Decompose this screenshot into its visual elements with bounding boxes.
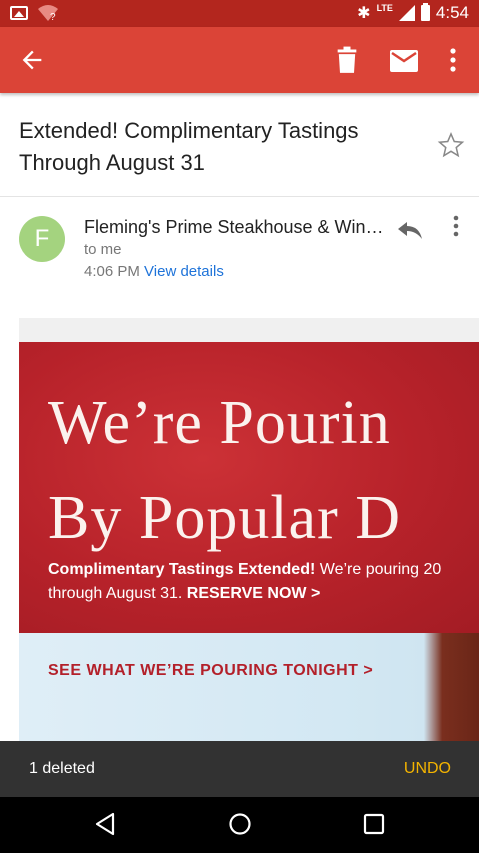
star-icon[interactable] <box>437 131 465 159</box>
banner-headline-line1: We’re Pourin <box>48 389 391 457</box>
view-details-link[interactable]: View details <box>144 263 224 280</box>
undo-button[interactable]: UNDO <box>404 760 451 778</box>
more-vert-icon[interactable] <box>447 46 459 74</box>
signal-icon <box>398 5 415 21</box>
banner-sub-text: We’re pouring 20 <box>315 561 442 578</box>
mail-icon[interactable] <box>390 50 418 72</box>
nav-back-icon[interactable] <box>94 812 116 836</box>
snackbar-message: 1 deleted <box>29 760 95 777</box>
status-time: 4:54 <box>435 3 469 22</box>
nav-home-icon[interactable] <box>228 812 252 836</box>
recipient-label: to me <box>84 241 122 258</box>
app-bar <box>0 27 479 93</box>
subject-header: Extended! Complimentary Tastings Through… <box>0 93 479 197</box>
message-more-icon[interactable] <box>450 214 462 238</box>
wifi-question-icon: ? <box>38 5 58 22</box>
reserve-now-link[interactable]: RESERVE NOW > <box>187 585 321 602</box>
battery-icon <box>420 3 430 21</box>
network-type: LTE <box>376 3 393 13</box>
svg-text:?: ? <box>50 12 56 22</box>
banner-sub-bold: Complimentary Tastings Extended! <box>48 561 316 578</box>
tonight-banner[interactable]: SEE WHAT WE’RE POURING TONIGHT > <box>19 633 479 741</box>
back-arrow-icon[interactable] <box>18 46 46 74</box>
sender-name: Fleming's Prime Steakhouse & Win… <box>84 217 384 237</box>
promo-banner[interactable]: We’re Pourin By Popular D Complimentary … <box>19 342 479 633</box>
banner-headline-line2: By Popular D <box>48 484 401 552</box>
banner-subtext: Complimentary Tastings Extended! We’re p… <box>48 558 441 606</box>
system-nav-bar <box>0 797 479 853</box>
snackbar: 1 deleted UNDO <box>0 741 479 797</box>
sent-time: 4:06 PM <box>84 263 140 280</box>
bluetooth-icon: ✱ <box>357 5 371 22</box>
nav-recents-icon[interactable] <box>363 813 385 835</box>
sender-row: F Fleming's Prime Steakhouse & Win… to m… <box>0 198 479 298</box>
reply-icon[interactable] <box>397 218 423 240</box>
delete-icon[interactable] <box>335 46 359 74</box>
image-icon <box>10 6 28 20</box>
email-subject: Extended! Complimentary Tastings Through… <box>19 118 359 175</box>
tonight-link[interactable]: SEE WHAT WE’RE POURING TONIGHT > <box>48 662 373 680</box>
sent-info: 4:06 PM View details <box>84 263 224 280</box>
banner-sub-line2: through August 31. <box>48 585 187 602</box>
status-bar: ? ✱ LTE 4:54 <box>0 0 479 27</box>
email-body-top-strip <box>19 318 479 342</box>
avatar[interactable]: F <box>19 216 65 262</box>
